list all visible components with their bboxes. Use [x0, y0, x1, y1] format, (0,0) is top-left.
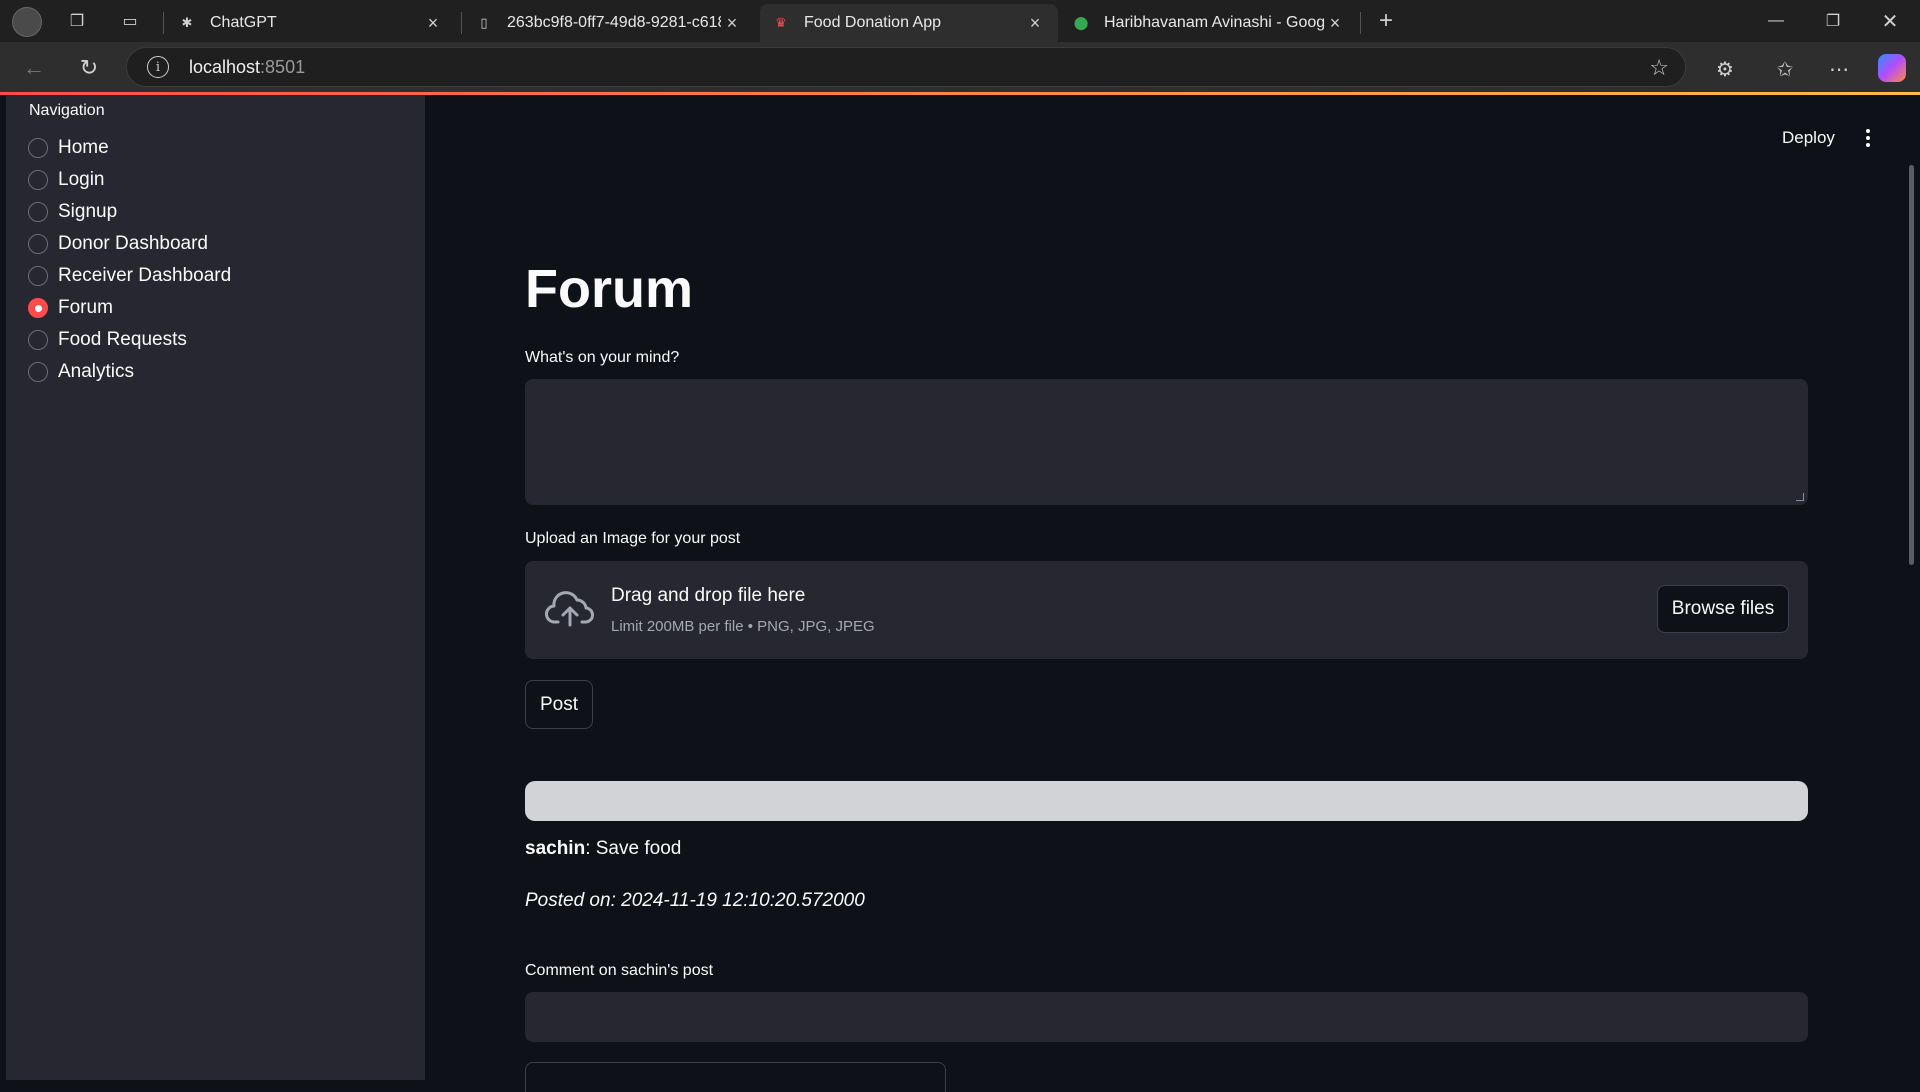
radio-button[interactable]	[28, 362, 48, 382]
tab-separator	[163, 12, 164, 34]
nav-item-food-requests[interactable]: Food Requests	[28, 324, 231, 356]
tab-document[interactable]: ▯ 263bc9f8-0ff7-49d8-9281-c61862 ×	[463, 4, 755, 42]
address-bar[interactable]: i localhost:8501 ☆	[126, 47, 1686, 87]
minimize-icon[interactable]: —	[1756, 6, 1796, 36]
navigation-title: Navigation	[29, 102, 105, 119]
post-author: sachin	[525, 838, 586, 859]
favorite-star-icon[interactable]: ☆	[1649, 55, 1669, 81]
vertical-tabs-icon[interactable]: ▭	[117, 8, 143, 34]
tab-label: Food Donation App	[804, 14, 941, 31]
radio-button[interactable]	[28, 138, 48, 158]
streamlit-icon: ♛	[775, 15, 787, 30]
extensions-icon[interactable]: ⚙	[1710, 54, 1740, 84]
close-icon[interactable]: ×	[1024, 12, 1046, 34]
tab-separator	[461, 12, 462, 34]
tab-google-maps[interactable]: ⬤ Haribhavanam Avinashi - Google ×	[1060, 4, 1358, 42]
post-button[interactable]: Post	[525, 680, 593, 729]
deploy-button[interactable]: Deploy	[1782, 128, 1835, 148]
address-toolbar: ← ↻ i localhost:8501 ☆ ⚙ ✩ ⋯	[0, 42, 1920, 92]
post-textarea-label: What's on your mind?	[525, 349, 680, 366]
radio-button[interactable]	[28, 330, 48, 350]
tab-chatgpt[interactable]: ✱ ChatGPT ×	[166, 4, 456, 42]
chatgpt-icon: ✱	[181, 15, 193, 30]
nav-item-home[interactable]: Home	[28, 132, 231, 164]
comment-submit-button[interactable]	[525, 1062, 946, 1092]
file-uploader-dropzone[interactable]: Drag and drop file here Limit 200MB per …	[525, 561, 1808, 659]
close-icon[interactable]: ×	[422, 12, 444, 34]
nav-item-label: Donor Dashboard	[58, 233, 208, 254]
nav-item-label: Forum	[58, 297, 113, 318]
post-text: : Save food	[585, 838, 682, 859]
url-host: localhost	[189, 56, 261, 77]
nav-item-label: Receiver Dashboard	[58, 265, 232, 286]
document-icon: ▯	[480, 15, 488, 30]
workspaces-icon[interactable]: ❒	[64, 8, 90, 34]
radio-button[interactable]	[28, 266, 48, 286]
profile-avatar[interactable]	[12, 7, 42, 37]
close-icon[interactable]: ×	[1324, 12, 1346, 34]
tab-label: ChatGPT	[210, 14, 277, 31]
upload-title: Drag and drop file here	[611, 585, 806, 606]
nav-item-signup[interactable]: Signup	[28, 196, 231, 228]
restore-icon[interactable]: ❐	[1813, 6, 1853, 36]
comment-input[interactable]	[525, 992, 1808, 1042]
scrollbar-thumb[interactable]	[1909, 165, 1914, 565]
tab-label: 263bc9f8-0ff7-49d8-9281-c61862	[507, 14, 721, 31]
nav-item-label: Login	[58, 169, 105, 190]
main-menu-icon[interactable]	[1862, 126, 1874, 150]
new-tab-icon[interactable]: +	[1373, 7, 1399, 34]
upload-label: Upload an Image for your post	[525, 530, 741, 547]
upload-limit-text: Limit 200MB per file • PNG, JPG, JPEG	[611, 618, 875, 635]
window-close-icon[interactable]: ✕	[1870, 6, 1910, 36]
page-title: Forum	[525, 259, 693, 319]
close-icon[interactable]: ×	[721, 12, 743, 34]
nav-item-analytics[interactable]: Analytics	[28, 356, 231, 388]
maps-pin-icon: ⬤	[1073, 15, 1089, 30]
post-timestamp: Posted on: 2024-11-19 12:10:20.572000	[525, 890, 865, 911]
back-icon[interactable]: ←	[18, 52, 50, 84]
tab-separator	[1360, 12, 1361, 34]
nav-item-label: Analytics	[58, 361, 135, 382]
tab-label: Haribhavanam Avinashi - Google	[1104, 14, 1324, 31]
url-port: :8501	[260, 56, 306, 77]
comment-label: Comment on sachin's post	[525, 962, 714, 979]
nav-item-login[interactable]: Login	[28, 164, 231, 196]
radio-button[interactable]	[28, 202, 48, 222]
favorites-icon[interactable]: ✩	[1770, 54, 1800, 84]
post-textarea[interactable]	[525, 379, 1808, 505]
post-content: sachin: Save food	[525, 838, 681, 860]
more-options-icon[interactable]: ⋯	[1824, 54, 1854, 84]
radio-button[interactable]	[28, 170, 48, 190]
navigation-radio-group: Home Login Signup Donor Dashboard Receiv…	[28, 132, 231, 388]
nav-item-forum[interactable]: Forum	[28, 292, 231, 324]
cloud-upload-icon	[545, 591, 594, 627]
site-info-icon[interactable]: i	[147, 56, 169, 78]
nav-item-label: Home	[58, 137, 109, 158]
browser-tab-bar: ❒ ▭ ✱ ChatGPT × ▯ 263bc9f8-0ff7-49d8-928…	[0, 0, 1920, 42]
url-text: localhost:8501	[189, 57, 305, 78]
nav-item-donor-dashboard[interactable]: Donor Dashboard	[28, 228, 231, 260]
browse-files-button[interactable]: Browse files	[1657, 585, 1789, 633]
nav-item-receiver-dashboard[interactable]: Receiver Dashboard	[28, 260, 231, 292]
nav-item-label: Signup	[58, 201, 118, 222]
reload-icon[interactable]: ↻	[73, 52, 105, 84]
radio-button-selected[interactable]	[28, 298, 48, 318]
tab-food-donation-app[interactable]: ♛ Food Donation App ×	[760, 4, 1058, 42]
nav-item-label: Food Requests	[58, 329, 187, 350]
radio-button[interactable]	[28, 234, 48, 254]
post-image-placeholder	[525, 781, 1808, 821]
copilot-icon[interactable]	[1878, 54, 1906, 82]
resize-handle-icon[interactable]	[1796, 493, 1804, 501]
